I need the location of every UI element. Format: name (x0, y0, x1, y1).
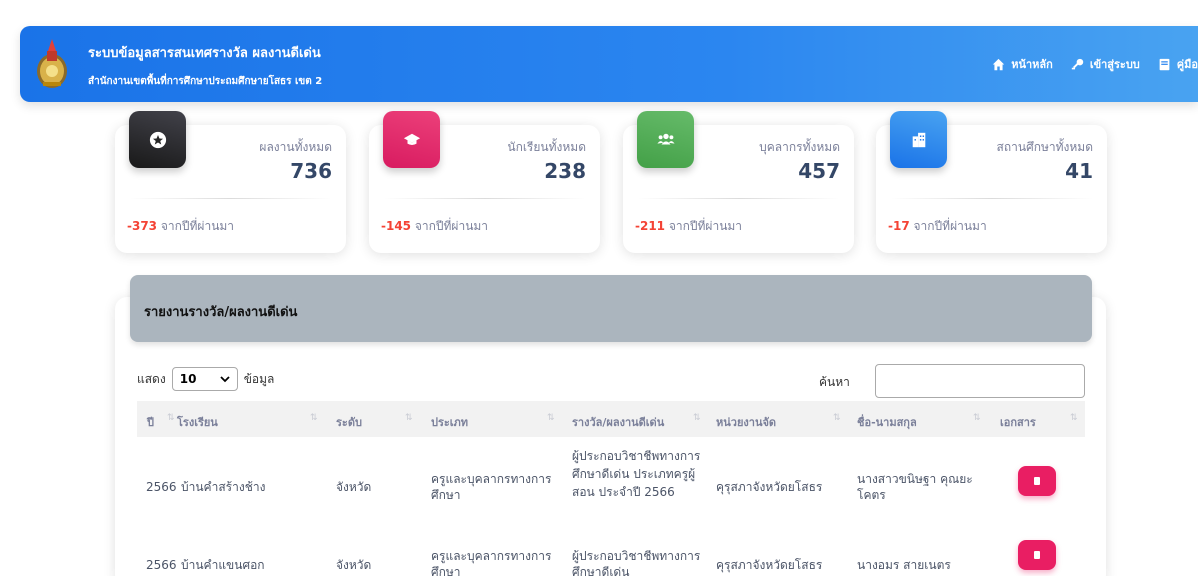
page-length-value: 10 (179, 372, 197, 386)
stat-delta: -17 จากปีที่ผ่านมา (888, 217, 987, 236)
stat-value: 238 (544, 159, 586, 183)
page-length-control: แสดง 10 ข้อมูล (137, 367, 274, 391)
stat-icon-box (383, 111, 440, 168)
cell-type: ครูและบุคลากรทางการศึกษา (431, 472, 552, 502)
chevron-down-icon (220, 376, 230, 383)
document-icon (1034, 477, 1040, 485)
card-divider (129, 198, 332, 199)
records-label: ข้อมูล (243, 371, 275, 386)
cell-type: ครูและบุคลากรทางการศึกษา (431, 549, 552, 576)
col-header-level[interactable]: ระดับ (336, 413, 362, 431)
cell-organizer: คุรุสภาจังหวัดยโสธร (716, 558, 823, 572)
stat-delta-value: -145 (381, 219, 412, 233)
nav-home-label: หน้าหลัก (1011, 58, 1053, 71)
stat-delta: -373 จากปีที่ผ่านมา (127, 217, 234, 236)
stat-delta-text: จากปีที่ผ่านมา (668, 219, 743, 233)
col-header-school[interactable]: โรงเรียน (177, 413, 218, 431)
stat-card-works: ผลงานทั้งหมด 736 -373 จากปีที่ผ่านมา (115, 111, 346, 253)
sort-icon: ⇅ (547, 413, 555, 423)
stat-value: 457 (798, 159, 840, 183)
card-divider (383, 198, 586, 199)
star-icon (149, 131, 166, 148)
stat-card-students: นักเรียนทั้งหมด 238 -145 จากปีที่ผ่านมา (369, 111, 600, 253)
stat-delta-value: -17 (888, 219, 910, 233)
stat-value: 736 (290, 159, 332, 183)
report-title: รายงานรางวัล/ผลงานดีเด่น (144, 305, 298, 320)
col-header-organizer[interactable]: หน่วยงานจัด (716, 413, 776, 431)
stat-delta: -211 จากปีที่ผ่านมา (635, 217, 742, 236)
stat-label: ผลงานทั้งหมด (259, 140, 332, 154)
cell-name: นางอมร สายเนตร (857, 558, 951, 572)
document-icon (1034, 551, 1040, 559)
book-icon (1159, 58, 1170, 70)
cell-year: 2566 (146, 480, 177, 494)
stat-delta-text: จากปีที่ผ่านมา (160, 219, 235, 233)
home-icon (993, 58, 1005, 70)
sort-icon: ⇅ (973, 413, 981, 423)
stat-delta: -145 จากปีที่ผ่านมา (381, 217, 488, 236)
sort-icon: ⇅ (833, 413, 841, 423)
nav-login-label: เข้าสู่ระบบ (1089, 58, 1140, 71)
stat-icon-box (890, 111, 947, 168)
stat-card-personnel: บุคลากรทั้งหมด 457 -211 จากปีที่ผ่านมา (623, 111, 854, 253)
stat-label: นักเรียนทั้งหมด (507, 140, 586, 154)
card-divider (637, 198, 840, 199)
stat-card-schools: สถานศึกษาทั้งหมด 41 -17 จากปีที่ผ่านมา (876, 111, 1107, 253)
top-navbar: ระบบข้อมูลสารสนเทศรางวัล ผลงานดีเด่น สำน… (20, 26, 1198, 102)
search-input[interactable] (875, 364, 1085, 398)
graduation-cap-icon (403, 133, 420, 145)
stat-delta-text: จากปีที่ผ่านมา (414, 219, 489, 233)
col-header-year[interactable]: ปี (147, 413, 154, 431)
stat-delta-text: จากปีที่ผ่านมา (913, 219, 987, 233)
users-icon (656, 133, 675, 144)
document-button[interactable] (1018, 540, 1056, 570)
stat-delta-value: -373 (127, 219, 158, 233)
cell-level: จังหวัด (336, 480, 372, 494)
nav-manual-link[interactable]: คู่มือ (1158, 55, 1198, 73)
stat-label: บุคลากรทั้งหมด (759, 140, 840, 154)
col-header-type[interactable]: ประเภท (431, 413, 468, 431)
col-header-name[interactable]: ชื่อ-นามสกุล (857, 413, 917, 431)
cell-school: บ้านคำสร้างช้าง (181, 480, 266, 494)
building-icon (912, 132, 925, 147)
col-header-award[interactable]: รางวัล/ผลงานดีเด่น (572, 413, 664, 431)
sort-icon: ⇅ (310, 413, 318, 423)
key-icon (1071, 58, 1084, 69)
nav-manual-label: คู่มือ (1176, 58, 1198, 71)
stat-icon-box (637, 111, 694, 168)
cell-award: ผู้ประกอบวิชาชีพทางการศึกษาดีเด่น (572, 549, 701, 576)
sort-icon: ⇅ (693, 413, 701, 423)
obec-logo-icon (37, 39, 67, 88)
cell-organizer: คุรุสภาจังหวัดยโสธร (716, 480, 823, 494)
cell-level: จังหวัด (336, 558, 372, 572)
cell-name: นางสาวขนิษฐา คุณยะโคตร (857, 472, 973, 502)
document-button[interactable] (1018, 466, 1056, 496)
stat-icon-box (129, 111, 186, 168)
stat-delta-value: -211 (635, 219, 666, 233)
site-subtitle: สำนักงานเขตพื้นที่การศึกษาประถมศึกษายโสธ… (88, 76, 323, 87)
sort-icon: ⇅ (405, 413, 413, 423)
nav-login-link[interactable]: เข้าสู่ระบบ (1071, 55, 1140, 73)
nav-links: หน้าหลัก เข้าสู่ระบบ คู่มือ (974, 55, 1198, 73)
show-label: แสดง (137, 371, 166, 386)
cell-school: บ้านคำแขนศอก (181, 558, 265, 572)
report-header: รายงานรางวัล/ผลงานดีเด่น (130, 275, 1092, 342)
search-label: ค้นหา (819, 375, 850, 389)
col-header-document[interactable]: เอกสาร (1000, 413, 1036, 431)
card-divider (890, 198, 1093, 199)
cell-award: ผู้ประกอบวิชาชีพทางการศึกษาดีเด่น ประเภท… (572, 449, 701, 499)
sort-icon: ⇅ (167, 413, 175, 423)
stat-label: สถานศึกษาทั้งหมด (996, 140, 1093, 154)
cell-year: 2566 (146, 558, 177, 572)
page-length-select[interactable]: 10 (171, 367, 238, 391)
table-header: ปี ⇅ โรงเรียน ⇅ ระดับ ⇅ ประเภท ⇅ รางวัล/… (137, 401, 1085, 437)
nav-home-link[interactable]: หน้าหลัก (992, 55, 1053, 73)
stat-value: 41 (1065, 159, 1093, 183)
sort-icon: ⇅ (1070, 413, 1078, 423)
site-title[interactable]: ระบบข้อมูลสารสนเทศรางวัล ผลงานดีเด่น (88, 42, 321, 63)
